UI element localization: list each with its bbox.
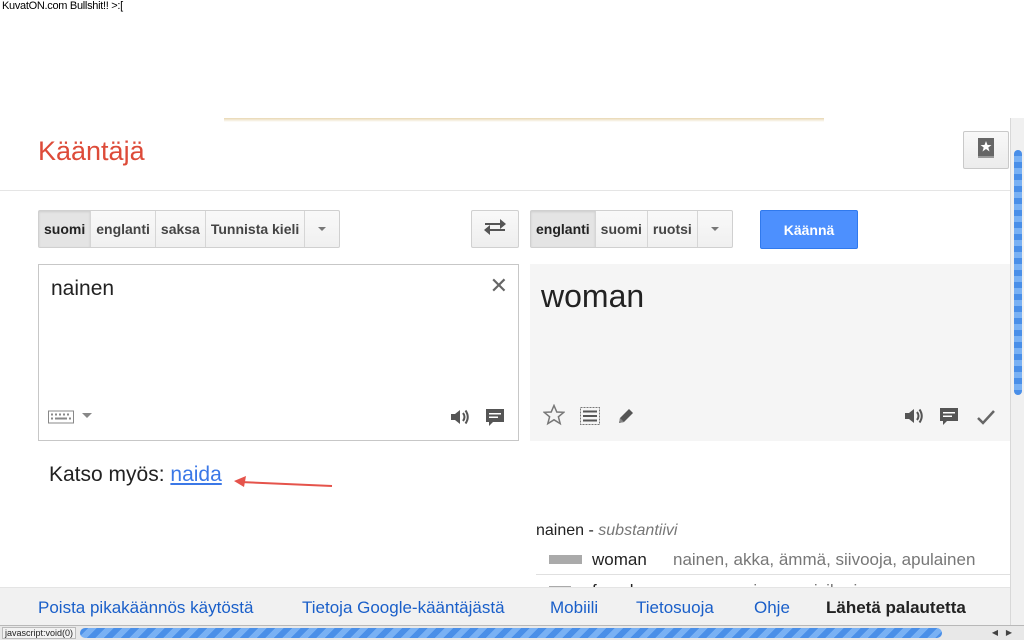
- chevron-down-icon[interactable]: [82, 413, 92, 418]
- dictionary-separator: -: [588, 522, 594, 539]
- pencil-icon[interactable]: [616, 406, 636, 426]
- dictionary-part-of-speech: substantiivi: [598, 522, 678, 539]
- footer-link-privacy[interactable]: Tietosuoja: [636, 598, 714, 618]
- feedback-icon[interactable]: [485, 408, 505, 428]
- target-lang-englanti[interactable]: englanti: [531, 211, 596, 247]
- star-icon[interactable]: [543, 404, 565, 426]
- footer-link-help[interactable]: Ohje: [754, 598, 790, 618]
- source-language-bar: suomi englanti saksa Tunnista kieli: [38, 210, 341, 248]
- dictionary-term[interactable]: woman: [592, 550, 647, 570]
- header-divider: [0, 190, 1010, 191]
- list-icon[interactable]: [580, 407, 600, 425]
- dictionary-row: woman nainen, akka, ämmä, siivooja, apul…: [536, 545, 1010, 575]
- result-text[interactable]: woman: [541, 278, 644, 315]
- phrasebook-icon: [977, 137, 995, 164]
- speaker-icon[interactable]: [449, 407, 471, 427]
- swap-icon: [483, 217, 507, 242]
- target-lang-suomi[interactable]: suomi: [596, 211, 648, 247]
- see-also-label: Katso myös:: [49, 463, 165, 486]
- speaker-icon[interactable]: [903, 406, 925, 426]
- scroll-right-icon[interactable]: ▶: [1002, 627, 1016, 639]
- vertical-scrollbar[interactable]: [1010, 118, 1024, 625]
- dictionary-synonyms: nainen, akka, ämmä, siivooja, apulainen: [673, 550, 976, 569]
- chevron-down-icon: [318, 227, 327, 231]
- result-area: woman: [530, 264, 1010, 441]
- see-also: Katso myös: naida: [49, 463, 222, 487]
- target-lang-dropdown[interactable]: [698, 211, 732, 247]
- chevron-down-icon: [710, 227, 719, 231]
- checkmark-icon[interactable]: [976, 407, 996, 427]
- phrasebook-button[interactable]: [963, 131, 1009, 169]
- source-lang-saksa[interactable]: saksa: [156, 211, 206, 247]
- status-url: javascript:void(0): [2, 627, 77, 639]
- horizontal-scrollbar[interactable]: [80, 628, 942, 638]
- dictionary-header: nainen - substantiivi: [536, 522, 677, 540]
- source-text[interactable]: nainen: [51, 277, 114, 301]
- translate-button[interactable]: Käännä: [760, 210, 858, 249]
- scroll-left-icon[interactable]: ◀: [988, 627, 1002, 639]
- dictionary-word: nainen: [536, 522, 585, 539]
- footer: Poista pikakäännös käytöstä Tietoja Goog…: [0, 587, 1010, 625]
- source-lang-dropdown[interactable]: [305, 211, 339, 247]
- target-language-bar: englanti suomi ruotsi: [530, 210, 733, 248]
- status-bar: javascript:void(0) ◀ ▶: [0, 625, 1024, 640]
- footer-feedback-link[interactable]: Lähetä palautetta: [826, 598, 966, 618]
- page-title[interactable]: Kääntäjä: [38, 136, 145, 167]
- footer-link-mobile[interactable]: Mobiili: [550, 598, 598, 618]
- feedback-icon[interactable]: [939, 407, 959, 427]
- frequency-bar: [549, 555, 582, 564]
- scrollbar-thumb[interactable]: [1014, 150, 1022, 395]
- see-also-link[interactable]: naida: [170, 463, 221, 486]
- top-divider: [224, 118, 824, 122]
- source-lang-detect[interactable]: Tunnista kieli: [206, 211, 306, 247]
- footer-link-disable-instant[interactable]: Poista pikakäännös käytöstä: [38, 598, 253, 618]
- footer-link-about[interactable]: Tietoja Google-kääntäjästä: [302, 598, 505, 618]
- annotation-arrow: [234, 476, 333, 487]
- swap-languages-button[interactable]: [471, 210, 519, 248]
- target-lang-ruotsi[interactable]: ruotsi: [648, 211, 698, 247]
- source-lang-englanti[interactable]: englanti: [91, 211, 156, 247]
- source-lang-suomi[interactable]: suomi: [39, 211, 92, 247]
- keyboard-icon[interactable]: [48, 409, 74, 425]
- watermark: KuvatON.com Bullshit!! >:[: [2, 0, 123, 12]
- source-text-area[interactable]: nainen ✕: [38, 264, 519, 441]
- close-icon[interactable]: ✕: [490, 273, 508, 299]
